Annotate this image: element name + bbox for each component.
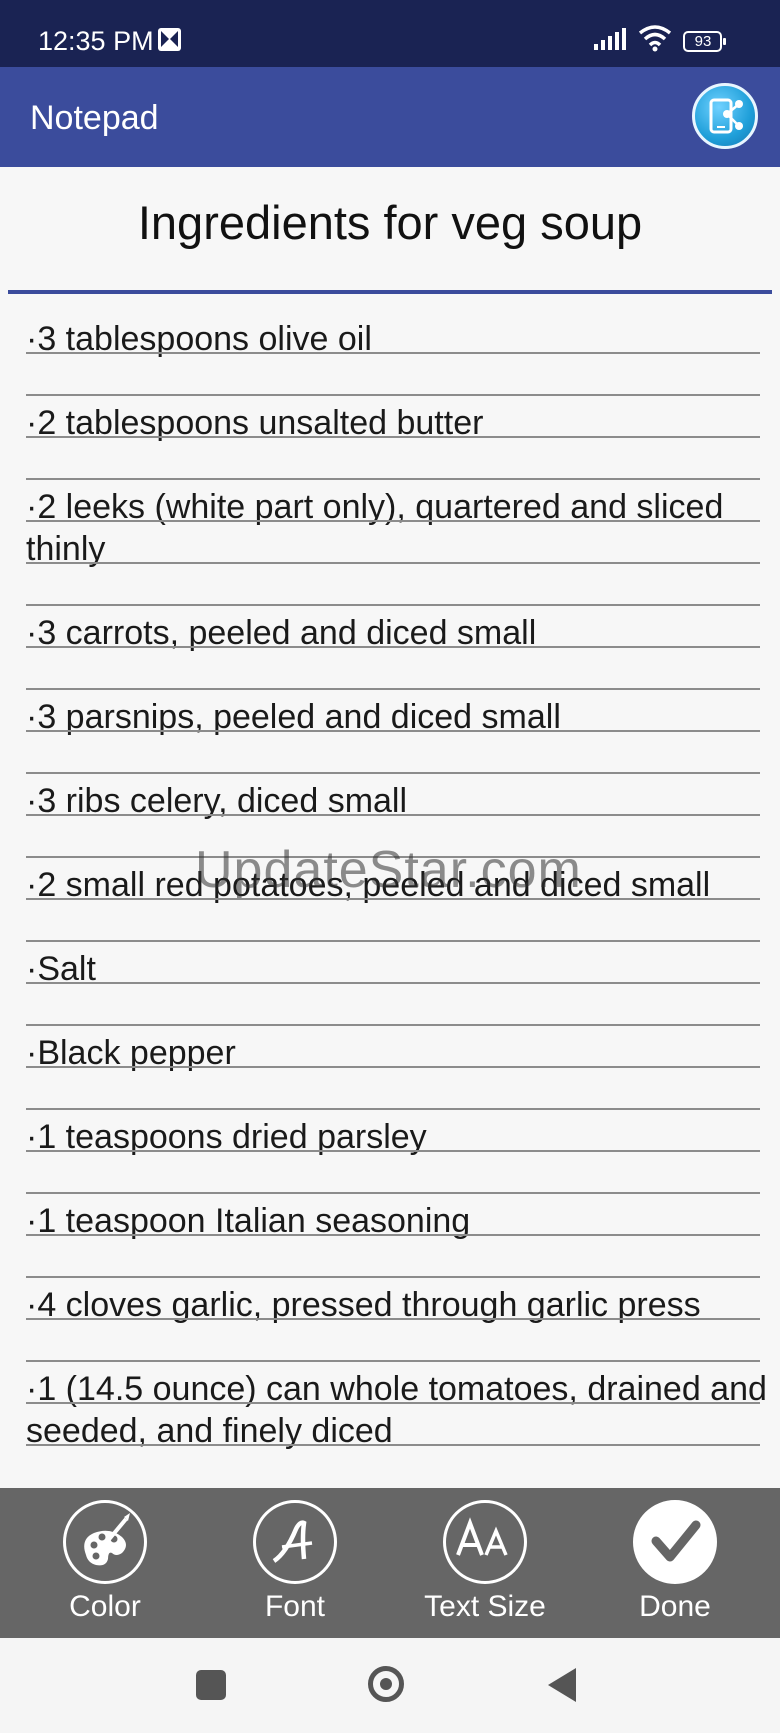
- ruled-line: [26, 1150, 760, 1152]
- recent-apps-button[interactable]: [196, 1670, 226, 1700]
- ruled-line: [26, 1108, 760, 1110]
- palette-icon: [84, 1513, 130, 1566]
- app-title: Notepad: [30, 99, 159, 137]
- ruled-line: [26, 1276, 760, 1278]
- note-line[interactable]: ·2 leeks (white part only), quartered an…: [26, 486, 770, 570]
- navigation-bar: [0, 1638, 780, 1733]
- ruled-line: [26, 940, 760, 942]
- ruled-line: [26, 1402, 760, 1404]
- ruled-line: [26, 646, 760, 648]
- checkmark-icon: [651, 1520, 701, 1562]
- status-bar: 12:35 PM 93: [0, 0, 780, 67]
- text-size-label: Text Size: [424, 1590, 546, 1623]
- status-time: 12:35 PM: [38, 26, 154, 56]
- ruled-line: [26, 1192, 760, 1194]
- ruled-line: [26, 1318, 760, 1320]
- done-label: Done: [639, 1590, 711, 1623]
- ruled-line: [26, 562, 760, 564]
- ruled-line: [26, 604, 760, 606]
- share-button[interactable]: [692, 83, 758, 149]
- ruled-line: [26, 520, 760, 522]
- color-label: Color: [69, 1590, 141, 1623]
- battery-icon: 93: [683, 31, 727, 52]
- app-bar: Notepad: [0, 67, 780, 167]
- ruled-line: [26, 982, 760, 984]
- ruled-line: [26, 730, 760, 732]
- ruled-line: [26, 352, 760, 354]
- wifi-icon: [638, 25, 672, 52]
- note-line[interactable]: ·1 (14.5 ounce) can whole tomatoes, drai…: [26, 1368, 770, 1452]
- notification-icon: [158, 28, 181, 51]
- title-divider: [8, 290, 772, 294]
- ruled-line: [26, 436, 760, 438]
- ruled-line: [26, 1234, 760, 1236]
- note-title[interactable]: Ingredients for veg soup: [0, 195, 780, 250]
- signal-icon: [594, 28, 626, 50]
- home-button[interactable]: [368, 1666, 404, 1702]
- done-button[interactable]: Done: [580, 1488, 770, 1638]
- color-button[interactable]: Color: [10, 1488, 200, 1638]
- text-size-button[interactable]: Text Size: [390, 1488, 580, 1638]
- ruled-line: [26, 688, 760, 690]
- text-size-icon: [456, 1517, 508, 1556]
- battery-level: 93: [694, 33, 712, 50]
- font-button[interactable]: Font: [200, 1488, 390, 1638]
- font-label: Font: [264, 1590, 326, 1623]
- ruled-line: [26, 1444, 760, 1446]
- ruled-line: [26, 394, 760, 396]
- ruled-line: [26, 478, 760, 480]
- ruled-line: [26, 1360, 760, 1362]
- bottom-toolbar: Color Font Text Size Done: [0, 1488, 780, 1638]
- font-icon: [272, 1520, 313, 1563]
- watermark: UpdateStar.com: [195, 841, 582, 899]
- ruled-line: [26, 1066, 760, 1068]
- ruled-line: [26, 1024, 760, 1026]
- ruled-line: [26, 772, 760, 774]
- back-button[interactable]: [548, 1668, 576, 1702]
- share-screen-icon: [709, 98, 743, 134]
- ruled-line: [26, 814, 760, 816]
